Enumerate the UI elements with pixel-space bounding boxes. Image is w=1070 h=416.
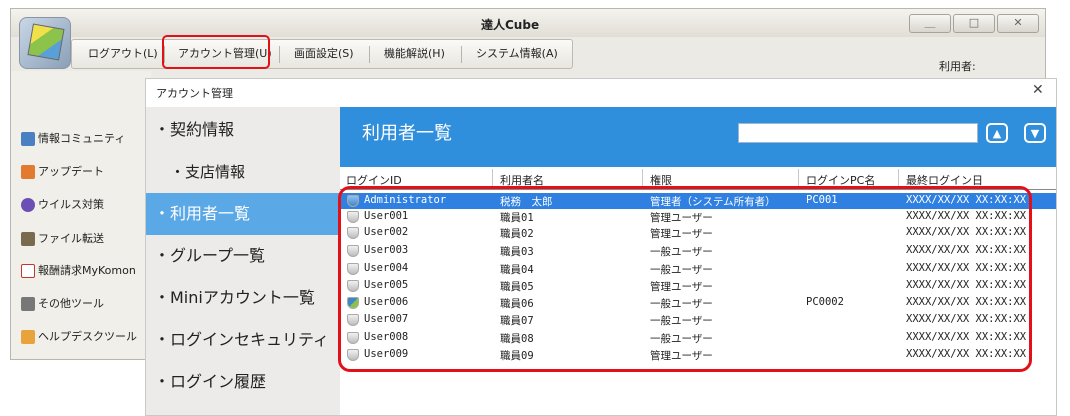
community-icon [21, 132, 35, 146]
leftnav-item-helpdesk[interactable]: ヘルプデスクツール [21, 326, 137, 348]
leftnav-item-tools[interactable]: その他ツール [21, 293, 104, 315]
chevron-up-icon[interactable]: ▲ [986, 123, 1008, 143]
leftnav-item-label: ヘルプデスクツール [38, 330, 137, 343]
leftnav-item-update[interactable]: アップデート [21, 161, 104, 183]
leftnav-item-community[interactable]: 情報コミュニティ [21, 128, 125, 150]
app-logo [19, 17, 71, 69]
minimize-button[interactable]: ＿ [909, 14, 951, 33]
menu-logout[interactable]: ログアウト(L) [78, 44, 168, 64]
menu-system-info[interactable]: システム情報(A) [466, 44, 568, 64]
maximize-button[interactable]: □ [953, 14, 995, 33]
helpdesk-icon [21, 330, 35, 344]
highlight-user-table [338, 186, 1032, 372]
leftnav-item-label: 報酬請求MyKomon [38, 264, 136, 277]
update-icon [21, 165, 35, 179]
chevron-down-icon[interactable]: ▼ [1024, 123, 1046, 143]
menu-divider [279, 46, 280, 63]
cube-icon [27, 23, 65, 61]
sidenav-item-login-history[interactable]: ・ログイン履歴 [146, 361, 340, 403]
menu-help[interactable]: 機能解説(H) [374, 44, 455, 64]
page-title: 利用者一覧 [362, 123, 452, 144]
leftnav-item-mykomon[interactable]: 報酬請求MyKomon [21, 260, 136, 282]
antivirus-icon [21, 198, 35, 212]
user-label: 利用者: [939, 60, 976, 73]
sidenav-item-groups[interactable]: ・グループ一覧 [146, 235, 340, 277]
mykomon-icon [21, 264, 35, 278]
menu-bar: ログアウト(L) アカウント管理(U) 画面設定(S) 機能解説(H) システム… [71, 39, 573, 69]
content-header: 利用者一覧 ▲ ▼ [340, 107, 1056, 167]
leftnav-item-label: その他ツール [38, 297, 104, 310]
dialog-sidenav: ・契約情報 ・支店情報 ・利用者一覧 ・グループ一覧 ・Miniアカウント一覧 … [146, 107, 340, 415]
highlight-account-menu [162, 35, 270, 69]
sidenav-item-login-security[interactable]: ・ログインセキュリティ [146, 319, 340, 361]
close-button[interactable]: ✕ [997, 14, 1039, 33]
sidenav-item-branch[interactable]: ・支店情報 [146, 151, 340, 193]
menu-divider [369, 46, 370, 63]
menu-display-settings[interactable]: 画面設定(S) [284, 44, 364, 64]
title-bar: 達人Cube ＿ □ ✕ [11, 9, 1045, 37]
leftnav-item-antivirus[interactable]: ウイルス対策 [21, 194, 104, 216]
leftnav-item-label: 情報コミュニティ [38, 132, 126, 145]
app-title: 達人Cube [481, 18, 540, 32]
leftnav-item-label: ファイル転送 [38, 232, 104, 245]
search-input[interactable] [738, 123, 978, 143]
menu-divider [461, 46, 462, 63]
sidenav-item-users[interactable]: ・利用者一覧 [146, 193, 340, 235]
tools-icon [21, 297, 35, 311]
sidenav-item-mini-accounts[interactable]: ・Miniアカウント一覧 [146, 277, 340, 319]
dialog-title: アカウント管理 [156, 87, 233, 100]
file-transfer-icon [21, 232, 35, 246]
dialog-close-icon[interactable]: ✕ [1032, 82, 1044, 98]
sidenav-item-contract[interactable]: ・契約情報 [146, 109, 340, 151]
left-nav: 情報コミュニティ アップデート ウイルス対策 ファイル転送 報酬請求MyKomo… [11, 71, 151, 359]
leftnav-item-file-transfer[interactable]: ファイル転送 [21, 228, 104, 250]
leftnav-item-label: アップデート [38, 165, 104, 178]
leftnav-item-label: ウイルス対策 [38, 198, 104, 211]
